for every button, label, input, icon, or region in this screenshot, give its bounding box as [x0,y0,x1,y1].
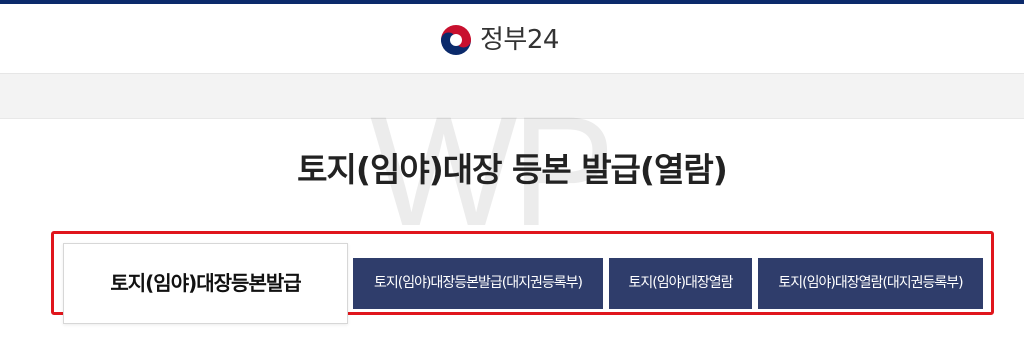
site-logo[interactable]: 정부24 [440,24,559,56]
page-title: 토지(임야)대장 등본 발급(열람) [297,150,728,189]
tab-land-register-copy[interactable]: 토지(임야)대장등본발급 [63,243,348,324]
tab-land-register-copy-site-rights[interactable]: 토지(임야)대장등본발급(대지권등록부) [353,258,603,309]
brand-text: 정부24 [480,25,559,55]
breadcrumb-bar [0,74,1024,119]
tab-land-register-view-site-rights[interactable]: 토지(임야)대장열람(대지권등록부) [758,258,983,309]
taegeuk-icon [440,24,472,56]
tab-land-register-view[interactable]: 토지(임야)대장열람 [609,258,752,309]
site-header: 정부24 [0,4,1024,74]
